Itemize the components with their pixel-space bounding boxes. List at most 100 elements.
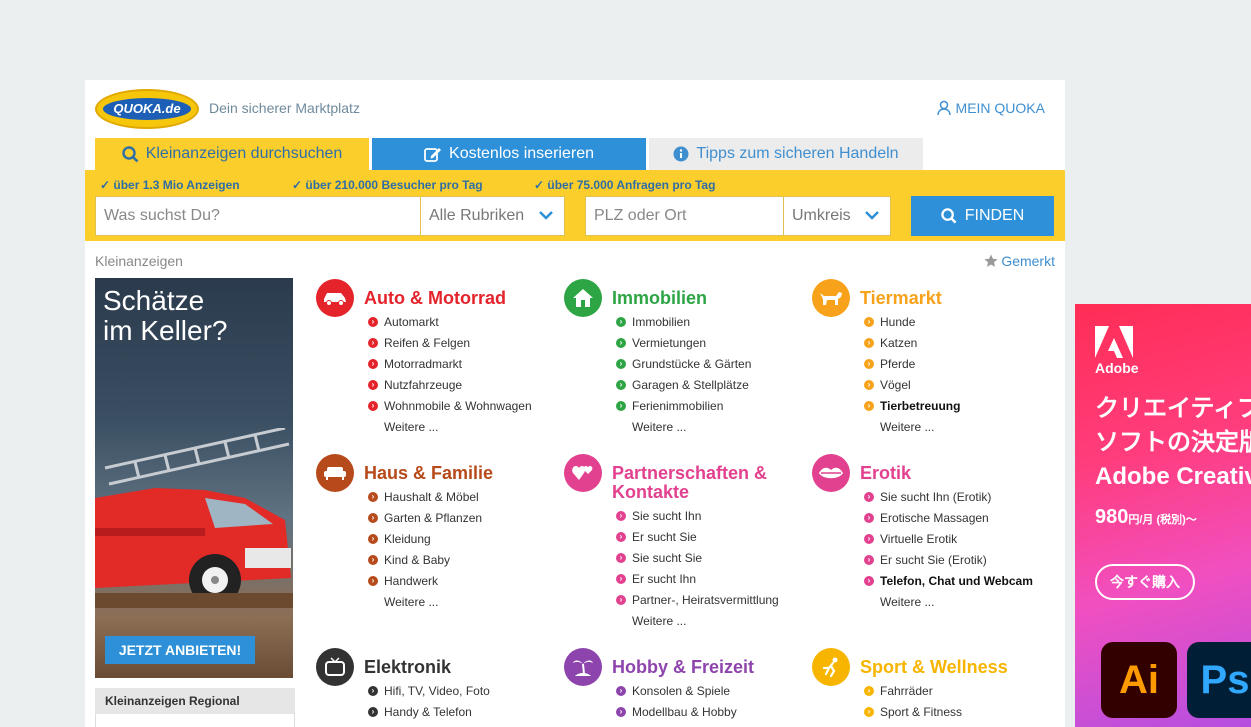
- more-link[interactable]: Weitere ...: [368, 591, 482, 612]
- category-item[interactable]: › Sie sucht Ihn (Erotik): [864, 486, 1033, 507]
- chevron-right-icon: ›: [616, 685, 626, 696]
- category-title[interactable]: Elektronik: [364, 658, 564, 677]
- category-item[interactable]: › Garten & Pflanzen: [368, 507, 482, 528]
- saved-link[interactable]: Gemerkt: [984, 253, 1055, 269]
- category-item[interactable]: › Sie sucht Ihn: [616, 505, 779, 526]
- item-label: Sie sucht Sie: [632, 550, 703, 565]
- category-item[interactable]: › Kleidung: [368, 528, 482, 549]
- category-item[interactable]: › Virtuelle Erotik: [864, 528, 1033, 549]
- chevron-right-icon: ›: [368, 337, 378, 348]
- ad-cta-button[interactable]: JETZT ANBIETEN!: [105, 636, 255, 664]
- adobe-banner-ad[interactable]: Adobe クリエイティブ ソフトの決定版 Adobe Creative 980…: [1075, 304, 1251, 727]
- category-title[interactable]: Partnerschaften & Kontakte: [612, 464, 812, 502]
- category-item[interactable]: › Automarkt: [368, 311, 532, 332]
- chevron-right-icon: ›: [616, 510, 626, 521]
- chevron-right-icon: ›: [368, 512, 378, 523]
- item-label: Vögel: [880, 377, 911, 392]
- toy-fire-truck-image: [95, 428, 293, 608]
- category-title[interactable]: Auto & Motorrad: [364, 289, 564, 308]
- hearts-icon: [564, 454, 602, 492]
- category-select[interactable]: Alle Rubriken: [420, 196, 565, 236]
- category-item[interactable]: › Haushalt & Möbel: [368, 486, 482, 507]
- item-label: Tierbetreuung: [880, 398, 961, 413]
- item-label: Immobilien: [632, 314, 691, 329]
- item-label: Motorradmarkt: [384, 356, 463, 371]
- category-list: › Sie sucht Ihn (Erotik) › Erotische Massa…: [864, 486, 1033, 612]
- category-item[interactable]: › Katzen: [864, 332, 960, 353]
- category-item[interactable]: › Garagen & Stellplätze: [616, 374, 751, 395]
- category-item[interactable]: › Modellbau & Hobby: [616, 701, 737, 722]
- location-placeholder: PLZ oder Ort: [594, 207, 687, 224]
- category-item[interactable]: › Handwerk: [368, 570, 482, 591]
- radius-select[interactable]: Umkreis: [783, 196, 891, 236]
- ad-line-3: Adobe Creative: [1095, 463, 1251, 490]
- location-input[interactable]: PLZ oder Ort: [585, 196, 784, 236]
- category-item[interactable]: › Hifi, TV, Video, Foto: [368, 680, 490, 701]
- category-item[interactable]: › Partner-, Heiratsvermittlung: [616, 589, 779, 610]
- category-item[interactable]: › Wohnmobile & Wohnwagen: [368, 395, 532, 416]
- more-link[interactable]: Weitere ...: [616, 416, 751, 437]
- category-item[interactable]: › Pferde: [864, 353, 960, 374]
- quoka-logo[interactable]: QUOKA.de: [95, 89, 199, 129]
- category-item[interactable]: › Sie sucht Sie: [616, 547, 779, 568]
- category-item[interactable]: › Telefon, Chat und Webcam: [864, 570, 1033, 591]
- category-item[interactable]: › Motorradmarkt: [368, 353, 532, 374]
- category-item[interactable]: › Fahrräder: [864, 680, 962, 701]
- illustrator-app-icon: Ai: [1101, 642, 1177, 718]
- left-banner-ad[interactable]: Schätze im Keller? JETZT ANBIETEN!: [95, 278, 293, 678]
- category-item[interactable]: › Ferienimmobilien: [616, 395, 751, 416]
- category-title[interactable]: Erotik: [860, 464, 1060, 483]
- more-link[interactable]: Weitere ...: [368, 416, 532, 437]
- category-title[interactable]: Immobilien: [612, 289, 812, 308]
- ad-headline: Schätze im Keller?: [103, 286, 227, 346]
- tab-search[interactable]: Kleinanzeigen durchsuchen: [95, 138, 369, 170]
- chevron-right-icon: ›: [368, 491, 378, 502]
- more-link[interactable]: Weitere ...: [864, 591, 1033, 612]
- tab-post-ad-label: Kostenlos inserieren: [449, 145, 594, 162]
- chevron-right-icon: ›: [368, 706, 378, 717]
- tab-search-label: Kleinanzeigen durchsuchen: [145, 145, 343, 162]
- logo-text: QUOKA.de: [103, 98, 191, 120]
- more-link[interactable]: Weitere ...: [616, 610, 779, 631]
- category-title[interactable]: Haus & Familie: [364, 464, 564, 483]
- category-item[interactable]: › Grundstücke & Gärten: [616, 353, 751, 374]
- category-item[interactable]: › Er sucht Ihn: [616, 568, 779, 589]
- my-quoka-link[interactable]: MEIN QUOKA: [936, 100, 1045, 116]
- category-item[interactable]: › Reifen & Felgen: [368, 332, 532, 353]
- category-item[interactable]: › Vögel: [864, 374, 960, 395]
- price-unit: 円/月 (税別)～: [1128, 514, 1197, 526]
- my-quoka-label: MEIN QUOKA: [955, 100, 1045, 116]
- chevron-right-icon: ›: [616, 379, 626, 390]
- category-item[interactable]: › Nutzfahrzeuge: [368, 374, 532, 395]
- more-link[interactable]: Weitere ...: [864, 416, 960, 437]
- category-item[interactable]: › Konsolen & Spiele: [616, 680, 737, 701]
- category-item[interactable]: › Tierbetreuung: [864, 395, 960, 416]
- category-item[interactable]: › Kind & Baby: [368, 549, 482, 570]
- chevron-right-icon: ›: [616, 358, 626, 369]
- regional-box: [95, 714, 295, 727]
- tab-post-ad[interactable]: Kostenlos inserieren: [372, 138, 646, 170]
- find-button[interactable]: FINDEN: [911, 196, 1054, 236]
- item-label: Handy & Telefon: [384, 704, 472, 719]
- category-item[interactable]: › Er sucht Sie: [616, 526, 779, 547]
- category-item[interactable]: › Handy & Telefon: [368, 701, 490, 722]
- category-title[interactable]: Tiermarkt: [860, 289, 1060, 308]
- tab-safety-tips[interactable]: Tipps zum sicheren Handeln: [649, 138, 923, 170]
- search-input[interactable]: Was suchst Du?: [95, 196, 421, 236]
- category-title[interactable]: Hobby & Freizeit: [612, 658, 812, 677]
- category-item[interactable]: › Erotische Massagen: [864, 507, 1033, 528]
- item-label: Sport & Fitness: [880, 704, 963, 719]
- category-item[interactable]: › Er sucht Sie (Erotik): [864, 549, 1033, 570]
- category-item[interactable]: › Vermietungen: [616, 332, 751, 353]
- item-label: Reifen & Felgen: [384, 335, 471, 350]
- category-item[interactable]: › Immobilien: [616, 311, 751, 332]
- category-title[interactable]: Sport & Wellness: [860, 658, 1060, 677]
- item-label: Fahrräder: [880, 683, 933, 698]
- category-item[interactable]: › Sport & Fitness: [864, 701, 962, 722]
- buy-now-button[interactable]: 今すぐ購入: [1095, 564, 1195, 600]
- item-label: Sie sucht Ihn (Erotik): [880, 489, 992, 504]
- chevron-right-icon: ›: [864, 512, 874, 523]
- item-label: Erotische Massagen: [880, 510, 989, 525]
- category-item[interactable]: › Hunde: [864, 311, 960, 332]
- breadcrumb[interactable]: Kleinanzeigen: [95, 253, 183, 269]
